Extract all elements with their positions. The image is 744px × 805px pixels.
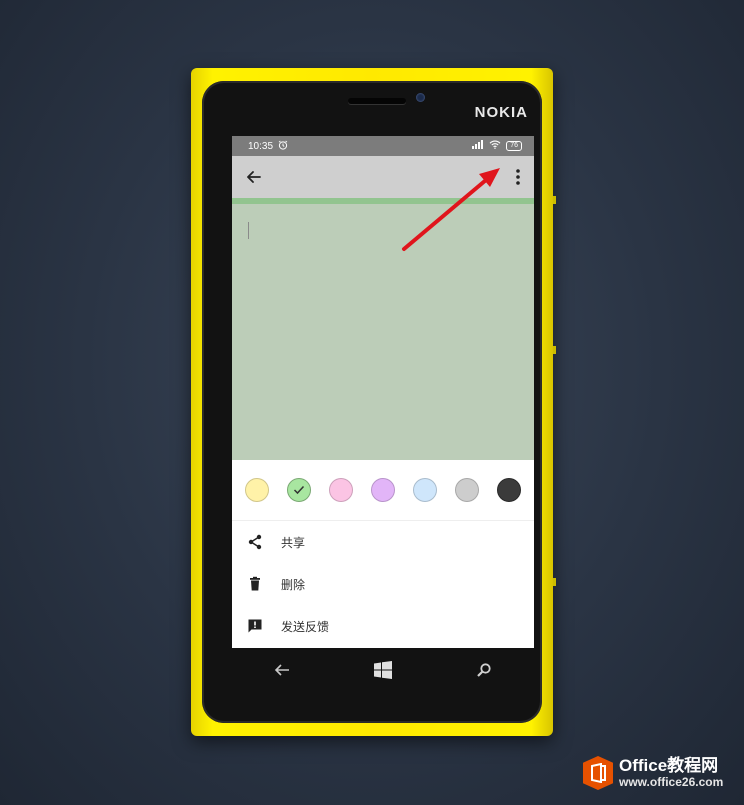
text-cursor xyxy=(248,222,249,239)
front-camera xyxy=(416,93,425,102)
app-toolbar xyxy=(232,156,534,198)
windows-logo-icon[interactable] xyxy=(371,658,395,682)
search-icon[interactable] xyxy=(472,658,496,682)
phone-screen: 10:35 76 共享 删除 发送反馈 xyxy=(232,136,534,648)
side-button xyxy=(553,196,556,204)
menu-item-label: 删除 xyxy=(281,577,306,592)
note-editor[interactable] xyxy=(232,198,534,460)
color-swatch-green[interactable] xyxy=(287,478,311,502)
trash-icon xyxy=(244,576,266,592)
watermark-url: www.office26.com xyxy=(619,774,724,789)
status-time: 10:35 xyxy=(248,140,274,152)
color-swatch-pink[interactable] xyxy=(329,478,353,502)
check-icon xyxy=(293,485,305,495)
menu-item-label: 共享 xyxy=(281,535,306,550)
wifi-icon xyxy=(489,140,501,152)
speaker-grille xyxy=(348,98,406,104)
phone-frame: NOKIA 10:35 76 共享 删除 发送反馈 xyxy=(191,68,556,736)
alarm-icon xyxy=(278,140,288,153)
side-button xyxy=(553,346,556,354)
watermark: Office教程网 www.office26.com xyxy=(583,756,723,790)
signal-icon xyxy=(472,140,484,152)
menu-item-share[interactable]: 共享 xyxy=(232,521,534,563)
color-swatch-gray[interactable] xyxy=(455,478,479,502)
arrow-left-icon[interactable] xyxy=(244,167,264,187)
watermark-title: Office教程网 xyxy=(619,756,719,776)
feedback-icon xyxy=(244,618,266,634)
menu-item-delete[interactable]: 删除 xyxy=(232,563,534,605)
back-arrow-icon[interactable] xyxy=(270,658,294,682)
battery-indicator: 76 xyxy=(506,141,522,151)
status-bar: 10:35 76 xyxy=(232,136,534,156)
color-swatch-blue[interactable] xyxy=(413,478,437,502)
menu-item-label: 发送反馈 xyxy=(281,619,330,634)
menu-item-feedback[interactable]: 发送反馈 xyxy=(232,605,534,647)
office-logo-icon xyxy=(583,756,613,790)
color-swatch-black[interactable] xyxy=(497,478,521,502)
color-picker xyxy=(232,460,534,521)
more-vert-icon[interactable] xyxy=(512,167,524,187)
phone-bezel: NOKIA 10:35 76 共享 删除 发送反馈 xyxy=(202,81,542,723)
windows-nav-bar xyxy=(232,648,534,692)
color-swatch-yellow[interactable] xyxy=(245,478,269,502)
share-icon xyxy=(244,534,266,550)
side-button xyxy=(553,578,556,586)
brand-logo: NOKIA xyxy=(474,104,528,121)
color-swatch-purple[interactable] xyxy=(371,478,395,502)
